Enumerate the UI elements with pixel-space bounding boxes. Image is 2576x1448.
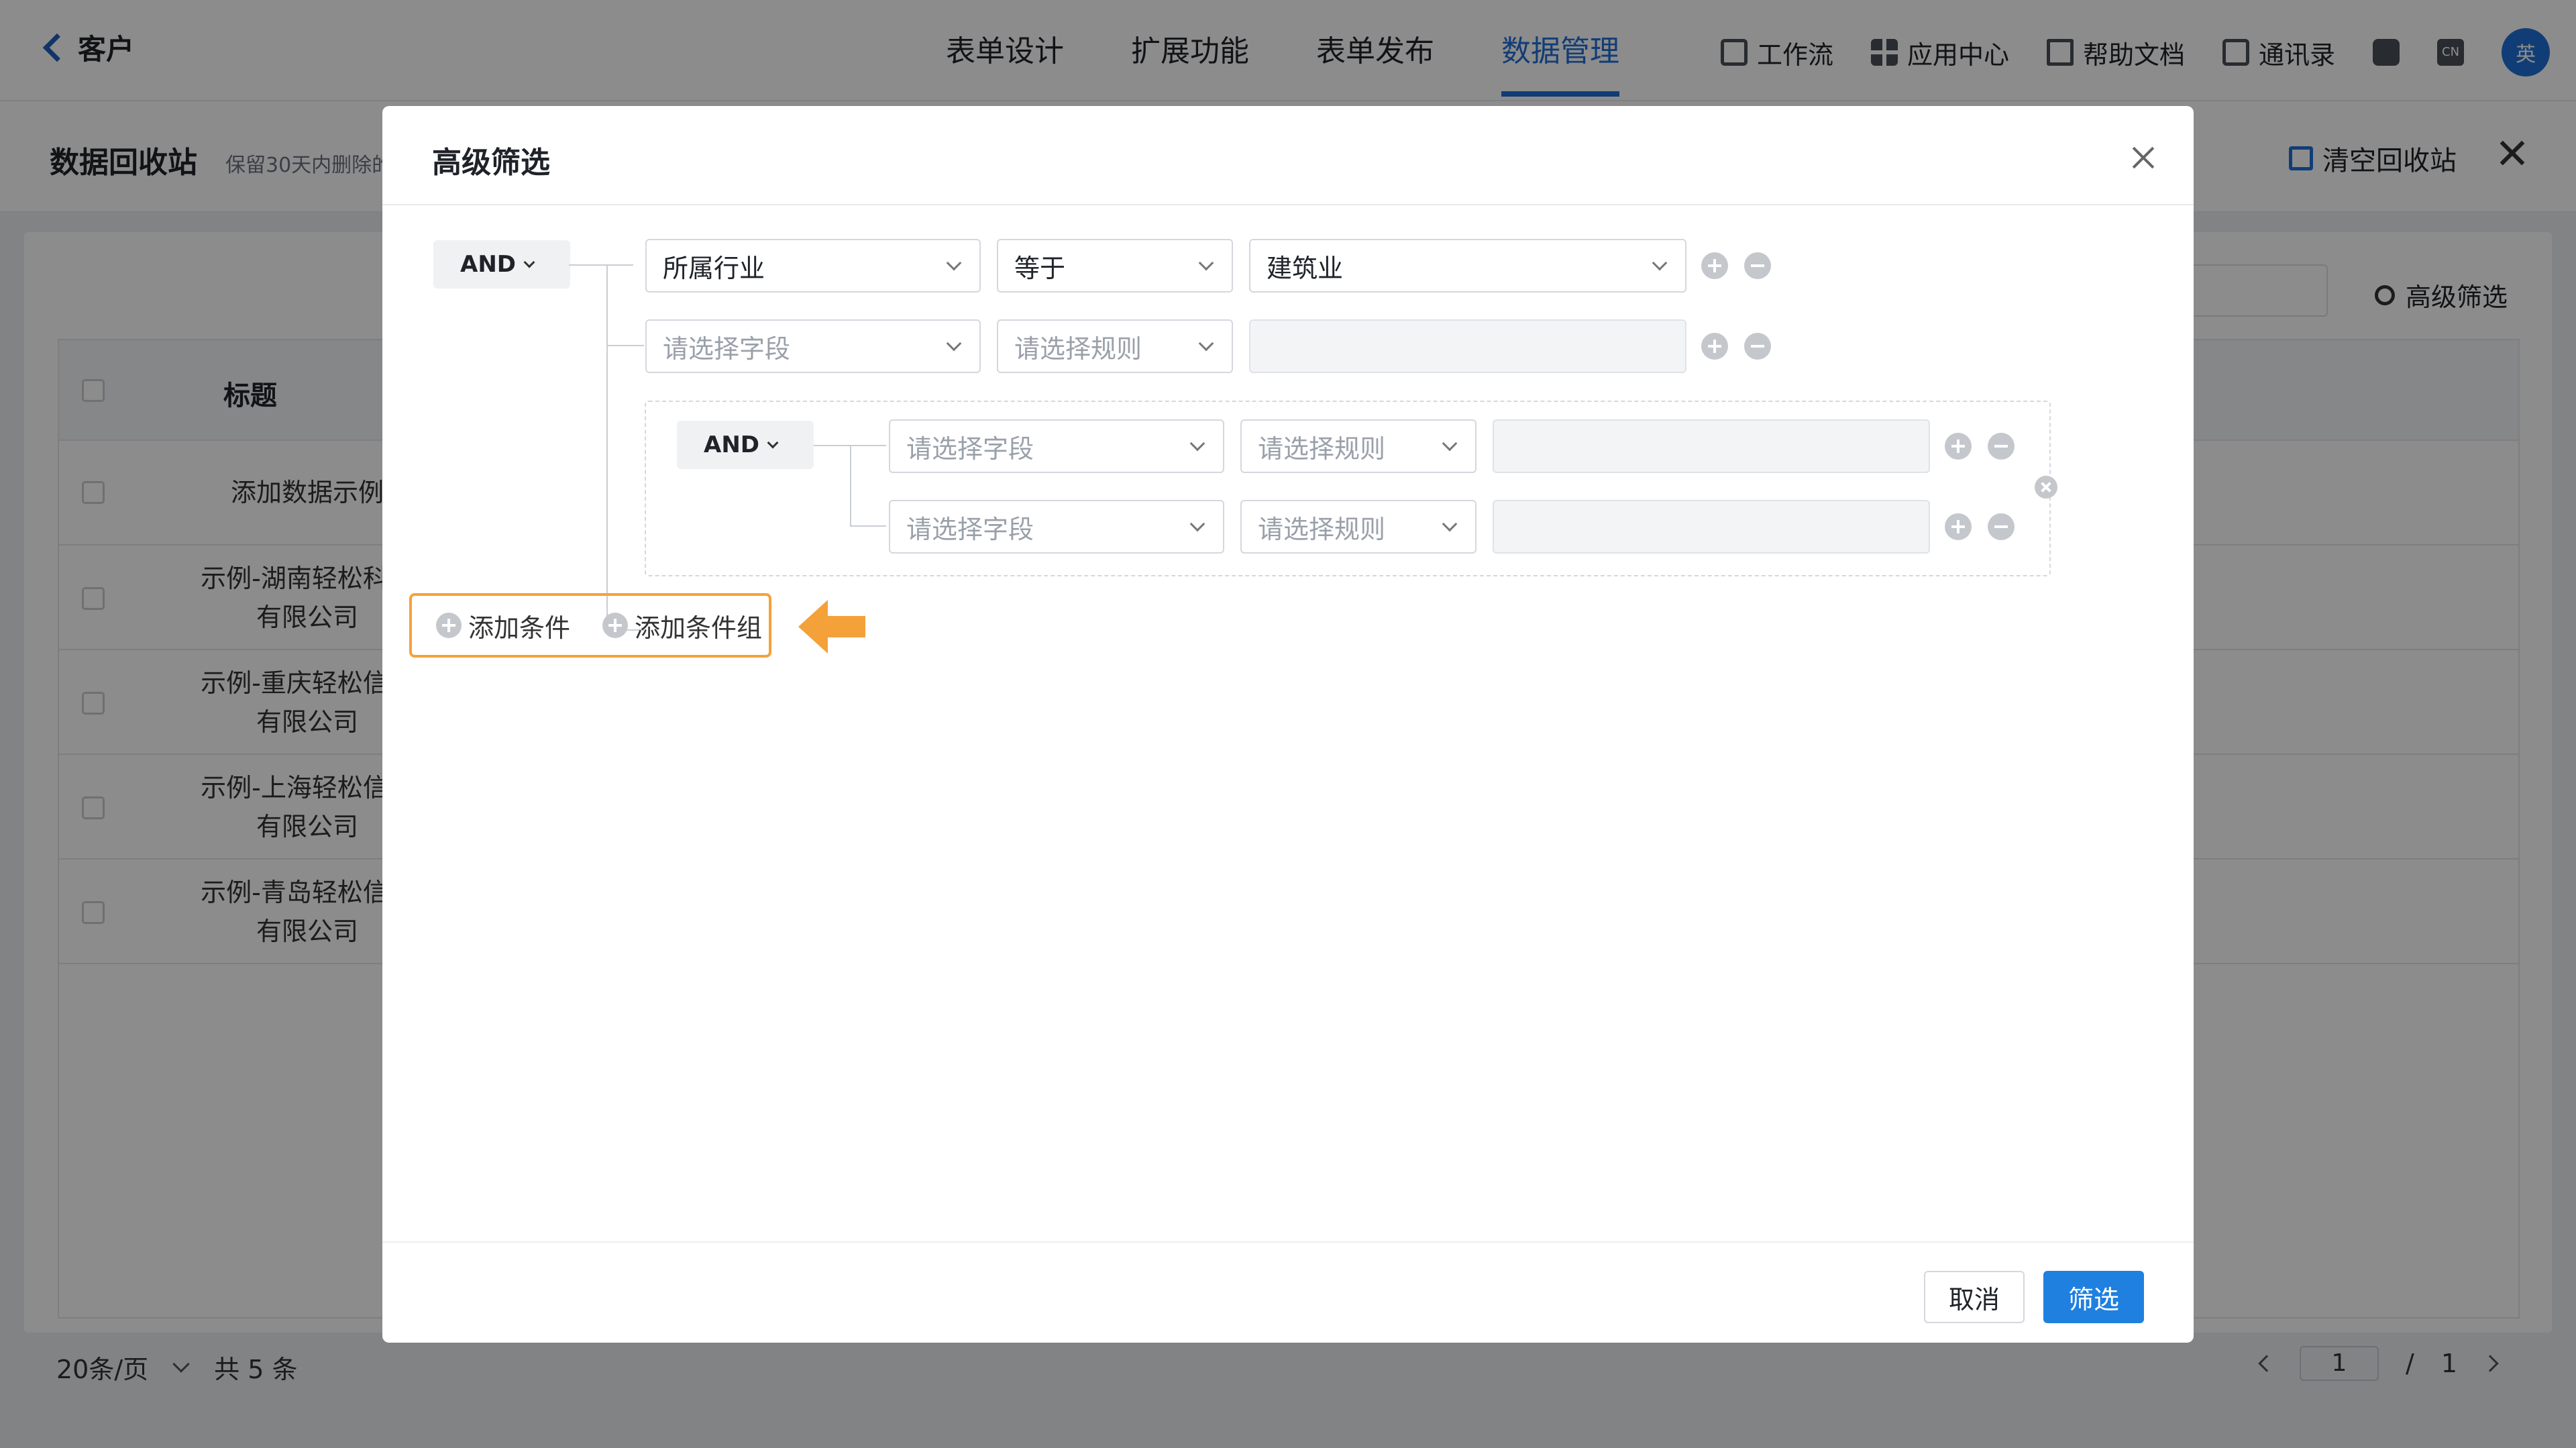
chevron-down-icon xyxy=(946,335,962,352)
modal-footer xyxy=(382,1241,2194,1342)
remove-condition-icon[interactable] xyxy=(1988,433,2015,460)
field-select-value: 所属行业 xyxy=(663,253,765,283)
field-select[interactable]: 所属行业 xyxy=(645,239,981,293)
chevron-down-icon xyxy=(523,256,535,268)
add-condition-group-button[interactable]: 添加条件组 xyxy=(602,607,762,644)
cancel-button[interactable]: 取消 xyxy=(1924,1271,2025,1323)
rule-select[interactable]: 请选择规则 xyxy=(1240,419,1477,473)
connector-line xyxy=(850,445,851,525)
remove-group-icon[interactable] xyxy=(2035,476,2057,499)
value-select[interactable]: 建筑业 xyxy=(1249,239,1686,293)
chevron-down-icon xyxy=(1198,335,1214,352)
rule-select-placeholder: 请选择规则 xyxy=(1258,514,1386,544)
add-condition-icon[interactable] xyxy=(1701,333,1728,360)
rule-select[interactable]: 请选择规则 xyxy=(1240,500,1477,554)
chevron-down-icon xyxy=(1198,255,1214,271)
modal-header: 高级筛选 xyxy=(382,106,2194,205)
chevron-down-icon xyxy=(767,437,779,449)
add-condition-label: 添加条件 xyxy=(468,613,571,643)
plus-circle-icon xyxy=(602,613,629,638)
field-select[interactable]: 请选择字段 xyxy=(645,319,981,373)
add-condition-icon[interactable] xyxy=(1945,433,1972,460)
root-logic-label: AND xyxy=(460,251,516,278)
value-input[interactable] xyxy=(1249,319,1686,373)
add-buttons-highlight: 添加条件 添加条件组 xyxy=(409,593,771,658)
rule-select-placeholder: 请选择规则 xyxy=(1014,333,1142,364)
value-select-value: 建筑业 xyxy=(1267,253,1344,283)
close-icon[interactable] xyxy=(2132,146,2155,169)
connector-line xyxy=(606,264,608,631)
chevron-down-icon xyxy=(1189,435,1205,452)
root-logic-select[interactable]: AND xyxy=(433,240,570,289)
plus-circle-icon xyxy=(436,613,462,638)
add-condition-group-label: 添加条件组 xyxy=(635,613,763,643)
connector-line xyxy=(569,264,633,266)
modal-title: 高级筛选 xyxy=(432,146,550,180)
chevron-down-icon xyxy=(1442,516,1458,532)
remove-condition-icon[interactable] xyxy=(1744,333,1771,360)
chevron-down-icon xyxy=(946,255,962,271)
rule-select-placeholder: 请选择规则 xyxy=(1258,433,1386,464)
chevron-down-icon xyxy=(1652,255,1668,271)
arrow-left-icon xyxy=(798,600,865,654)
rule-select[interactable]: 等于 xyxy=(997,239,1233,293)
value-input[interactable] xyxy=(1493,500,1930,554)
add-condition-button[interactable]: 添加条件 xyxy=(436,607,570,644)
value-input[interactable] xyxy=(1493,419,1930,473)
filter-button[interactable]: 筛选 xyxy=(2043,1271,2144,1323)
condition-group: AND 请选择字段 请选择规则 请选择字段 请选择规则 xyxy=(645,401,2057,576)
chevron-down-icon xyxy=(1442,435,1458,452)
chevron-down-icon xyxy=(1189,516,1205,532)
add-condition-icon[interactable] xyxy=(1945,513,1972,540)
rule-select[interactable]: 请选择规则 xyxy=(997,319,1233,373)
remove-condition-icon[interactable] xyxy=(1744,252,1771,279)
field-select-placeholder: 请选择字段 xyxy=(906,433,1034,464)
add-condition-icon[interactable] xyxy=(1701,252,1728,279)
connector-line xyxy=(606,345,644,346)
rule-select-value: 等于 xyxy=(1014,253,1066,283)
field-select-placeholder: 请选择字段 xyxy=(906,514,1034,544)
advanced-filter-modal: 高级筛选 AND 所属行业 等于 建筑业 请选择字段 请选择规则 AND 请选择… xyxy=(382,106,2194,1343)
field-select[interactable]: 请选择字段 xyxy=(889,419,1224,473)
field-select-placeholder: 请选择字段 xyxy=(663,333,791,364)
connector-line xyxy=(850,525,886,527)
group-logic-select[interactable]: AND xyxy=(677,421,814,469)
group-logic-label: AND xyxy=(704,431,759,458)
field-select[interactable]: 请选择字段 xyxy=(889,500,1224,554)
remove-condition-icon[interactable] xyxy=(1988,513,2015,540)
